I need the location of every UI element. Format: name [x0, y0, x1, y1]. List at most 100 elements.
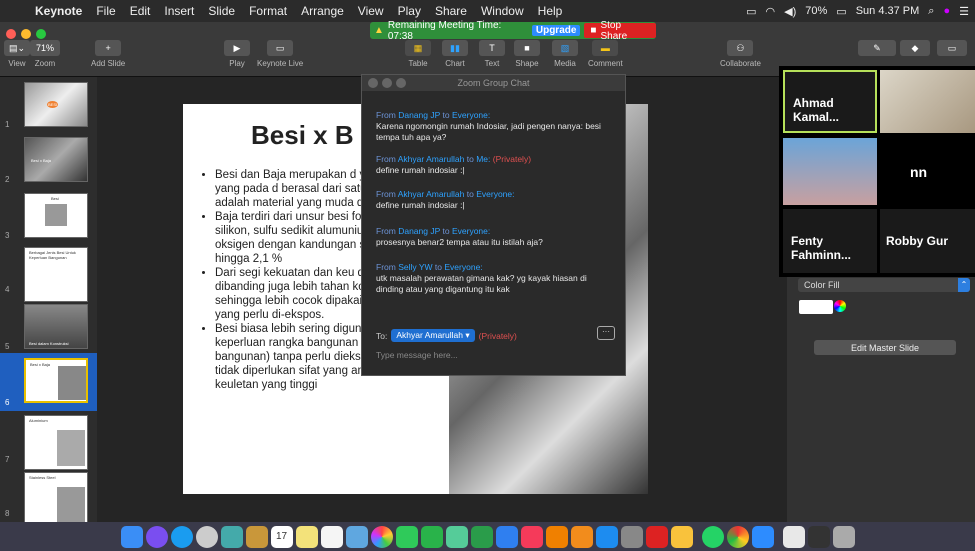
books-icon[interactable]: [570, 525, 593, 548]
slide-thumbnail-3[interactable]: Besi: [24, 193, 88, 238]
maps-icon[interactable]: [445, 525, 468, 548]
video-tile-participant[interactable]: [880, 70, 975, 133]
zoom-button[interactable]: 71% Zoom: [30, 40, 60, 68]
preview-icon[interactable]: [220, 525, 243, 548]
format-button[interactable]: ✎: [858, 40, 896, 59]
whatsapp-icon[interactable]: [701, 525, 724, 548]
menu-help[interactable]: Help: [531, 4, 570, 18]
keynote-live-button[interactable]: ▭ Keynote Live: [257, 40, 303, 68]
slide-thumbnail-7[interactable]: Aluminium: [24, 415, 88, 470]
slide-thumbnail-4[interactable]: Berbagai Jenis Besi Untuk Keperluan Bang…: [24, 247, 88, 302]
color-swatch[interactable]: [799, 300, 833, 314]
numbers-icon[interactable]: [470, 525, 493, 548]
view-button[interactable]: ▤⌄ View: [4, 40, 30, 68]
text-button[interactable]: T Text: [479, 40, 505, 68]
menu-view[interactable]: View: [351, 4, 391, 18]
video-tile-camera[interactable]: [783, 138, 877, 205]
trash-icon[interactable]: [832, 525, 855, 548]
sketch-icon[interactable]: [670, 525, 693, 548]
acrobat-icon[interactable]: [645, 525, 668, 548]
chat-message-input[interactable]: Type message here...: [376, 350, 458, 360]
slide-thumbnail-1[interactable]: BESI: [24, 82, 88, 127]
keynote-icon[interactable]: [495, 525, 518, 548]
notes-icon[interactable]: [245, 525, 268, 548]
screenshot-stack-icon[interactable]: [807, 525, 830, 548]
menu-app-keynote[interactable]: Keynote: [28, 4, 89, 18]
chat-sender[interactable]: Selly YW: [398, 262, 432, 272]
slide-thumbnail-5[interactable]: Besi dalam Konstruksi: [24, 304, 88, 349]
music-icon[interactable]: [520, 525, 543, 548]
clock[interactable]: Sun 4.37 PM: [856, 5, 920, 17]
shape-button[interactable]: ■ Shape: [514, 40, 540, 68]
add-slide-button[interactable]: + Add Slide: [91, 40, 125, 68]
color-wheel-icon[interactable]: [834, 300, 846, 312]
menu-play[interactable]: Play: [391, 4, 428, 18]
app-store-icon[interactable]: [595, 525, 618, 548]
video-tile-logo[interactable]: nn: [880, 138, 975, 205]
search-icon[interactable]: ⌕: [928, 5, 934, 18]
zoom-icon[interactable]: [751, 525, 774, 548]
wifi-icon[interactable]: ◠: [766, 5, 776, 18]
chat-more-icon[interactable]: ···: [597, 326, 615, 340]
menu-format[interactable]: Format: [242, 4, 294, 18]
siri-icon[interactable]: ●: [943, 5, 950, 17]
chat-sender[interactable]: Danang JP: [398, 110, 440, 120]
slide-title[interactable]: Besi x B: [251, 120, 354, 151]
slide-thumbnail-6[interactable]: Besi x Baja: [24, 358, 88, 403]
collaborate-button[interactable]: ⚇ Collaborate: [720, 40, 761, 68]
document-button[interactable]: ▭: [937, 40, 967, 59]
volume-icon[interactable]: ◀︎): [784, 5, 796, 18]
chat-sender[interactable]: Akhyar Amarullah: [398, 154, 465, 164]
chart-button[interactable]: ▮▮ Chart: [442, 40, 468, 68]
system-preferences-icon[interactable]: [620, 525, 643, 548]
document-stack-icon[interactable]: [782, 525, 805, 548]
upgrade-button[interactable]: Upgrade: [531, 25, 581, 36]
play-button[interactable]: ▶ Play: [224, 40, 250, 68]
menu-share[interactable]: Share: [428, 4, 474, 18]
launchpad-icon[interactable]: [195, 525, 218, 548]
safari-icon[interactable]: [170, 525, 193, 548]
photos-icon[interactable]: [370, 525, 393, 548]
video-tile-fenty[interactable]: Fenty Fahminn...: [783, 209, 877, 273]
table-button[interactable]: ▦ Table: [405, 40, 431, 68]
video-tile-ahmad[interactable]: Ahmad Kamal...: [783, 70, 877, 133]
vlc-icon[interactable]: [545, 525, 568, 548]
video-tile-robby[interactable]: Robby Gur: [880, 209, 975, 273]
battery-icon[interactable]: ▭: [836, 5, 846, 18]
chat-minimize-button[interactable]: [382, 78, 392, 88]
slide-thumbnail-2[interactable]: Besi x Baja: [24, 137, 88, 182]
messages-icon[interactable]: [395, 525, 418, 548]
zoom-window-button[interactable]: [36, 29, 46, 39]
calendar-icon[interactable]: 17: [270, 525, 293, 548]
stop-share-button[interactable]: ■ Stop Share: [584, 20, 656, 42]
menu-edit[interactable]: Edit: [123, 4, 158, 18]
facetime-icon[interactable]: [420, 525, 443, 548]
chat-close-button[interactable]: [368, 78, 378, 88]
reminders-icon[interactable]: [320, 525, 343, 548]
chat-title-bar[interactable]: Zoom Group Chat: [362, 75, 625, 91]
menu-insert[interactable]: Insert: [157, 4, 201, 18]
menu-slide[interactable]: Slide: [201, 4, 242, 18]
chat-sender[interactable]: Danang JP: [398, 226, 440, 236]
comment-button[interactable]: ▬ Comment: [588, 40, 623, 68]
chat-sender[interactable]: Akhyar Amarullah: [398, 189, 465, 199]
animate-button[interactable]: ◆: [900, 40, 930, 59]
menu-file[interactable]: File: [89, 4, 122, 18]
color-fill-select[interactable]: Color Fill ⌃: [798, 278, 970, 292]
chrome-icon[interactable]: [726, 525, 749, 548]
close-window-button[interactable]: [6, 29, 16, 39]
siri-app-icon[interactable]: [145, 525, 168, 548]
stickies-icon[interactable]: [295, 525, 318, 548]
edit-master-slide-button[interactable]: Edit Master Slide: [814, 340, 956, 355]
slide-thumbnail-8[interactable]: Stainless Steel: [24, 472, 88, 527]
media-button[interactable]: ▧ Media: [552, 40, 578, 68]
control-center-icon[interactable]: ☰: [959, 5, 969, 18]
minimize-window-button[interactable]: [21, 29, 31, 39]
photos-app-icon[interactable]: [345, 525, 368, 548]
chat-zoom-button[interactable]: [396, 78, 406, 88]
chat-recipient-select[interactable]: Akhyar Amarullah ▾: [391, 329, 475, 342]
finder-icon[interactable]: [120, 525, 143, 548]
menu-window[interactable]: Window: [474, 4, 531, 18]
screen-share-icon[interactable]: ▭: [746, 5, 756, 18]
menu-arrange[interactable]: Arrange: [294, 4, 351, 18]
